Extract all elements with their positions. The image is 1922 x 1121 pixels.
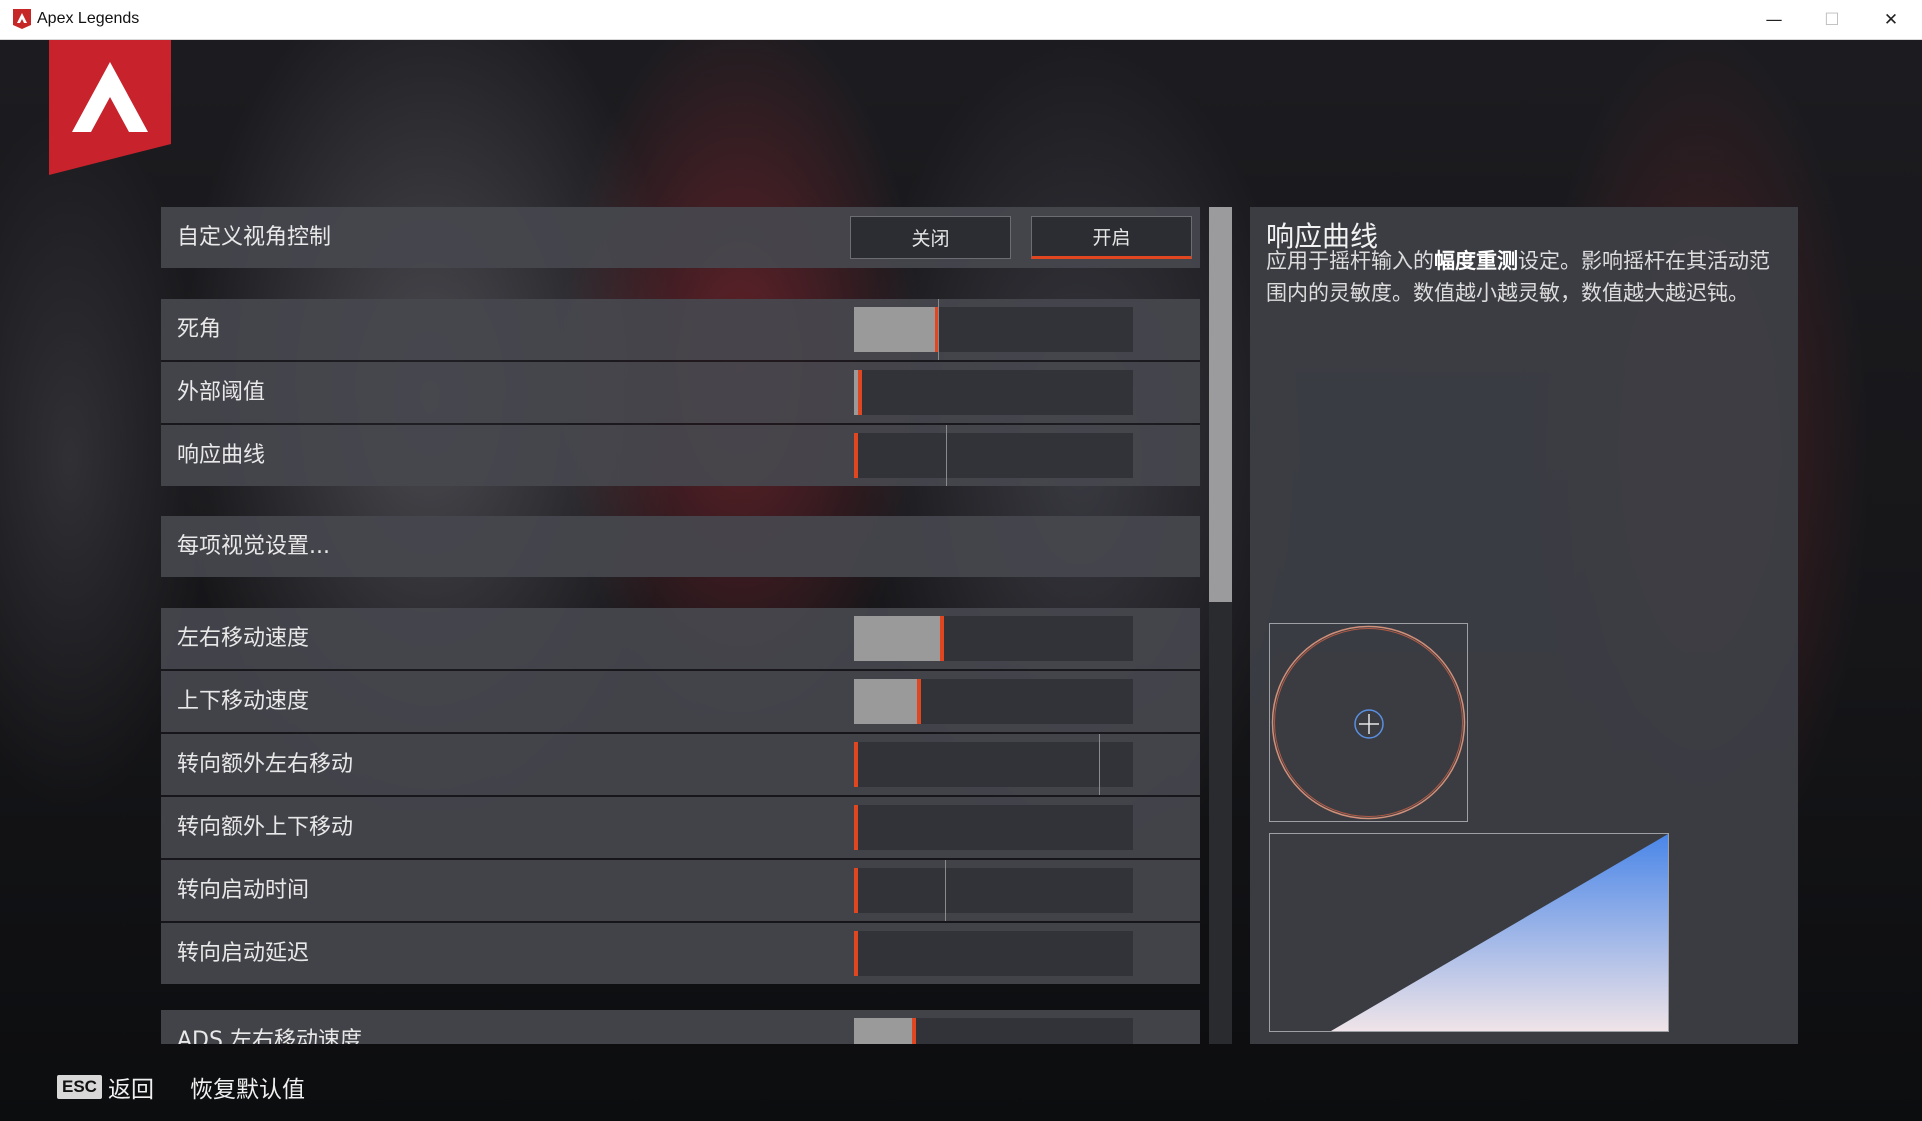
yaw-speed-slider[interactable] <box>854 616 1133 661</box>
footer-bar: ESC 返回 恢复默认值 <box>57 1070 305 1104</box>
slider-fill <box>854 679 917 724</box>
crosshair-icon <box>1354 709 1384 739</box>
setting-row-outer-threshold: 外部阈值 <box>161 362 1200 423</box>
response-curve-slider[interactable] <box>854 425 1133 486</box>
slider-handle[interactable] <box>940 616 944 661</box>
default-marker <box>945 860 946 921</box>
info-panel-description: 应用于摇杆输入的幅度重测设定。影响摇杆在其活动范围内的灵敏度。数值越小越灵敏，数… <box>1266 245 1776 309</box>
settings-list: 自定义视角控制 关闭 开启 死角 外部阈值 响应曲线 每项视觉设置... 左右移… <box>161 207 1200 1044</box>
desc-highlight: 幅度重测 <box>1434 249 1518 273</box>
slider-fill <box>854 1018 912 1044</box>
turn-ramp-time-slider[interactable] <box>854 860 1133 921</box>
setting-row-yaw-speed: 左右移动速度 <box>161 608 1200 669</box>
apex-logo-icon <box>13 9 31 29</box>
setting-row-custom-look: 自定义视角控制 关闭 开启 <box>161 207 1200 268</box>
setting-row-turn-ramp-time: 转向启动时间 <box>161 860 1200 921</box>
slider-fill <box>854 307 935 352</box>
desc-text: 应用于摇杆输入的 <box>1266 249 1434 273</box>
setting-label: 转向额外上下移动 <box>177 815 354 840</box>
setting-row-per-optic[interactable]: 每项视觉设置... <box>161 516 1200 577</box>
pitch-speed-slider[interactable] <box>854 679 1133 724</box>
scrollbar-thumb[interactable] <box>1209 207 1232 602</box>
close-button[interactable]: ✕ <box>1862 0 1920 40</box>
setting-row-turn-ramp-delay: 转向启动延迟 <box>161 923 1200 984</box>
setting-label: 转向启动延迟 <box>177 941 310 966</box>
turn-extra-pitch-slider[interactable] <box>854 805 1133 850</box>
setting-row-response-curve: 响应曲线 <box>161 425 1200 486</box>
setting-row-turn-extra-pitch: 转向额外上下移动 <box>161 797 1200 858</box>
turn-ramp-delay-slider[interactable] <box>854 931 1133 976</box>
slider-handle[interactable] <box>854 433 858 478</box>
turn-extra-yaw-slider[interactable] <box>854 734 1133 795</box>
slider-handle[interactable] <box>858 370 862 415</box>
minimize-button[interactable]: — <box>1745 0 1803 40</box>
outer-threshold-slider[interactable] <box>854 370 1133 415</box>
info-panel: 响应曲线 应用于摇杆输入的幅度重测设定。影响摇杆在其活动范围内的灵敏度。数值越小… <box>1250 207 1798 1044</box>
slider-handle[interactable] <box>854 931 858 976</box>
toggle-off-button[interactable]: 关闭 <box>850 216 1011 259</box>
dead-zone-slider[interactable] <box>854 299 1133 360</box>
setting-row-turn-extra-yaw: 转向额外左右移动 <box>161 734 1200 795</box>
setting-label: 外部阈值 <box>177 380 266 405</box>
esc-key-badge: ESC <box>57 1075 102 1099</box>
restore-defaults-button[interactable]: 恢复默认值 <box>190 1070 305 1104</box>
setting-row-ads-yaw-speed: ADS 左右移动速度 <box>161 1010 1200 1044</box>
per-optic-settings-link[interactable]: 每项视觉设置... <box>177 516 330 577</box>
setting-label: 自定义视角控制 <box>177 225 332 250</box>
slider-handle[interactable] <box>912 1018 916 1044</box>
window-titlebar: Apex Legends — ☐ ✕ <box>0 0 1922 40</box>
stick-deadzone-preview <box>1269 623 1468 822</box>
default-marker <box>1099 734 1100 795</box>
slider-handle[interactable] <box>854 742 858 787</box>
setting-label: 转向额外左右移动 <box>177 752 354 777</box>
slider-handle[interactable] <box>854 805 858 850</box>
scrollbar[interactable] <box>1209 207 1232 1044</box>
window-title: Apex Legends <box>37 10 140 27</box>
toggle-on-button[interactable]: 开启 <box>1031 216 1192 259</box>
ads-yaw-speed-slider[interactable] <box>854 1018 1133 1044</box>
setting-label: 响应曲线 <box>177 443 266 468</box>
setting-label: 上下移动速度 <box>177 689 310 714</box>
stick-range-circle <box>1271 625 1466 820</box>
maximize-button[interactable]: ☐ <box>1803 0 1861 40</box>
default-marker <box>946 425 947 486</box>
setting-label: 死角 <box>177 317 222 342</box>
game-background: 自定义视角控制 关闭 开启 死角 外部阈值 响应曲线 每项视觉设置... 左右移… <box>0 40 1922 1121</box>
slider-handle[interactable] <box>917 679 921 724</box>
response-curve-plot <box>1331 834 1668 1031</box>
slider-fill <box>854 616 940 661</box>
back-button[interactable]: 返回 <box>108 1070 154 1104</box>
default-marker <box>938 299 939 360</box>
response-curve-graph <box>1269 833 1669 1032</box>
apex-logo <box>49 40 171 175</box>
slider-handle[interactable] <box>854 868 858 913</box>
setting-label: ADS 左右移动速度 <box>177 1028 362 1044</box>
setting-label: 转向启动时间 <box>177 878 310 903</box>
setting-row-pitch-speed: 上下移动速度 <box>161 671 1200 732</box>
setting-row-dead-zone: 死角 <box>161 299 1200 360</box>
setting-label: 左右移动速度 <box>177 626 310 651</box>
